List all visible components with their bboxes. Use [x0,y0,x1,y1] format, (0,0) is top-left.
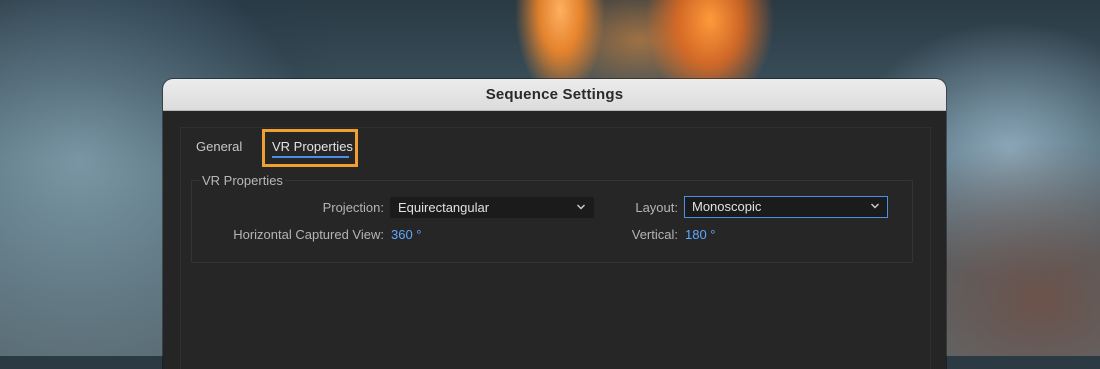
vertical-label: Vertical: [631,227,678,242]
tab-vr-properties-label: VR Properties [272,139,353,154]
chevron-down-icon [871,203,879,209]
dialog-title: Sequence Settings [485,86,624,103]
vr-properties-group: VR Properties Projection: Equirectangula… [191,173,913,263]
dialog-content: General VR Properties VR Properties Proj… [180,127,931,369]
group-title: VR Properties [200,173,285,188]
horizontal-captured-view-label: Horizontal Captured View: [233,227,384,242]
title-bar[interactable]: Sequence Settings [163,79,946,111]
layout-value: Monoscopic [692,199,762,214]
layout-dropdown[interactable]: Monoscopic [684,196,888,218]
active-tab-indicator [272,156,349,158]
projection-dropdown[interactable]: Equirectangular [390,197,594,218]
tab-bar: General VR Properties [181,128,930,168]
vertical-value[interactable]: 180 ° [685,227,716,242]
projection-label: Projection: [322,200,384,215]
horizontal-captured-view-value[interactable]: 360 ° [391,227,422,242]
chevron-down-icon [577,204,585,210]
tab-general[interactable]: General [196,139,242,154]
projection-value: Equirectangular [398,200,490,215]
layout-label: Layout: [635,200,678,215]
sequence-settings-dialog: Sequence Settings General VR Properties … [163,79,946,369]
tab-vr-properties[interactable]: VR Properties [262,129,358,167]
